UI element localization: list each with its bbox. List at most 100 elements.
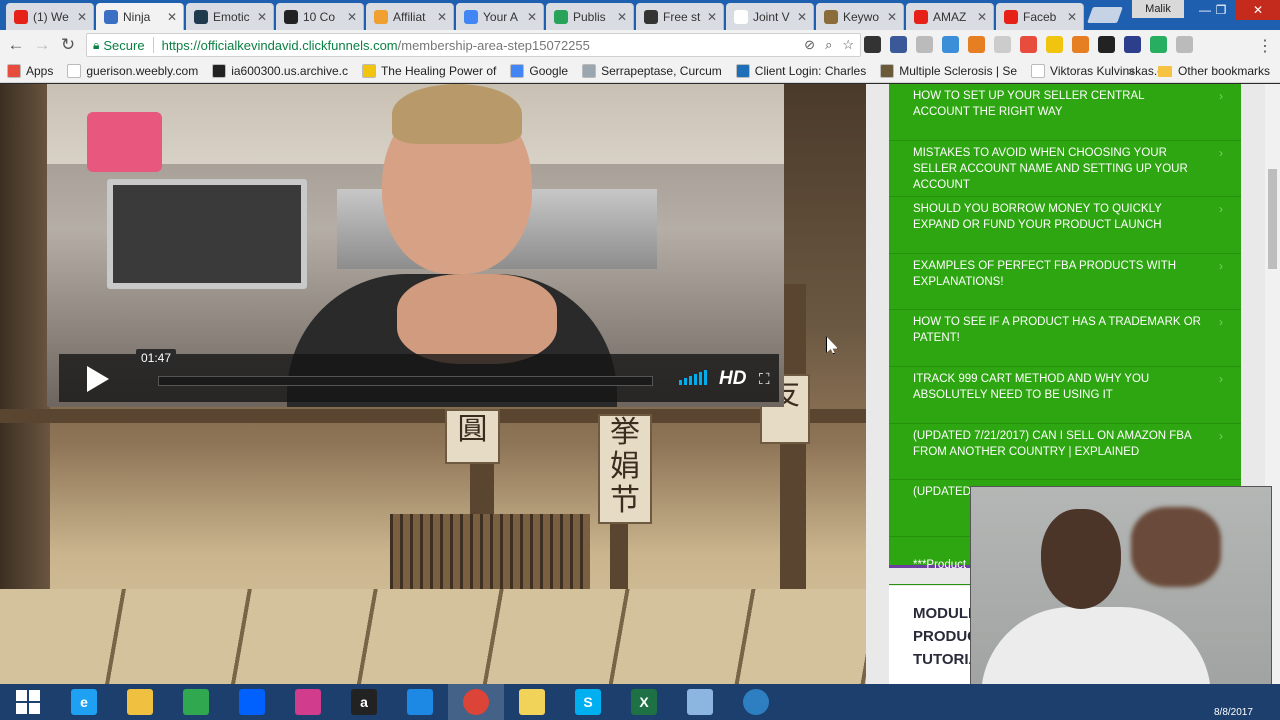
sticky-notes-taskbar-button[interactable]: [504, 684, 560, 720]
document-icon: [734, 9, 748, 24]
paint-taskbar-button[interactable]: [672, 684, 728, 720]
tab-close-icon[interactable]: ✕: [77, 10, 87, 24]
profile-button[interactable]: Malik: [1132, 0, 1184, 18]
bookmark-item[interactable]: ia600300.us.archive.c: [205, 64, 355, 78]
bookmark-item[interactable]: Google: [503, 64, 575, 78]
close-window-button[interactable]: ✕: [1236, 0, 1280, 20]
chrome-taskbar-button[interactable]: [448, 684, 504, 720]
tab-close-icon[interactable]: ✕: [1067, 10, 1077, 24]
tab-close-icon[interactable]: ✕: [437, 10, 447, 24]
tab[interactable]: Ninja ✕: [96, 3, 184, 30]
reload-icon[interactable]: ↻: [58, 35, 78, 55]
tab-close-icon[interactable]: ✕: [347, 10, 357, 24]
extension-icon[interactable]: [890, 36, 907, 53]
tab[interactable]: Free st ✕: [636, 3, 724, 30]
video-player[interactable]: HD ⛶ 01:47: [47, 84, 784, 407]
tab[interactable]: Publis ✕: [546, 3, 634, 30]
lesson-item[interactable]: EXAMPLES OF PERFECT FBA PRODUCTS WITH EX…: [889, 254, 1241, 311]
extension-icon[interactable]: [1046, 36, 1063, 53]
address-bar[interactable]: 🔒︎ Secure https://officialkevindavid.cli…: [86, 33, 861, 57]
extension-icon[interactable]: [1098, 36, 1115, 53]
tab-close-icon[interactable]: ✕: [167, 10, 177, 24]
tab[interactable]: (1) We ✕: [6, 3, 94, 30]
tab[interactable]: Your A ✕: [456, 3, 544, 30]
zoom-icon[interactable]: ⌕: [825, 37, 832, 53]
hd-toggle[interactable]: HD: [719, 368, 746, 390]
tab[interactable]: Affiliat ✕: [366, 3, 454, 30]
store-taskbar-button[interactable]: [168, 684, 224, 720]
lesson-item[interactable]: HOW TO SEE IF A PRODUCT HAS A TRADEMARK …: [889, 310, 1241, 367]
extension-icon[interactable]: [1150, 36, 1167, 53]
bookmark-label: Client Login: Charles: [754, 64, 867, 78]
tab[interactable]: 10 Co ✕: [276, 3, 364, 30]
tab-title: Keywo: [843, 9, 880, 24]
extension-icon[interactable]: [864, 36, 881, 53]
bookmark-item[interactable]: Apps: [0, 64, 60, 78]
excel-taskbar-button[interactable]: X: [616, 684, 672, 720]
onedrive-taskbar-button[interactable]: [392, 684, 448, 720]
blocked-content-icon[interactable]: ⊘: [804, 37, 815, 53]
scrollbar-thumb[interactable]: [1268, 169, 1277, 269]
extension-icon[interactable]: [942, 36, 959, 53]
tab-close-icon[interactable]: ✕: [707, 10, 717, 24]
other-bookmarks[interactable]: Other bookmarks: [1158, 64, 1270, 78]
tab-close-icon[interactable]: ✕: [257, 10, 267, 24]
bookmark-item[interactable]: guerison.weebly.com: [60, 64, 205, 78]
restore-button[interactable]: ❐: [1206, 0, 1236, 20]
tab-close-icon[interactable]: ✕: [887, 10, 897, 24]
tab-title: Joint V: [753, 9, 790, 24]
bookmark-star-icon[interactable]: ☆: [842, 37, 854, 53]
photos-taskbar-button[interactable]: [280, 684, 336, 720]
bookmark-favicon-icon: [7, 64, 21, 78]
fullscreen-icon[interactable]: ⛶: [759, 371, 770, 388]
microwave: [107, 179, 307, 289]
tab[interactable]: Emotic ✕: [186, 3, 274, 30]
tab-close-icon[interactable]: ✕: [977, 10, 987, 24]
bookmark-item[interactable]: The Healing Power of: [355, 64, 503, 78]
file-explorer-taskbar-button[interactable]: [112, 684, 168, 720]
tab[interactable]: Joint V ✕: [726, 3, 814, 30]
lesson-item[interactable]: ITRACK 999 CART METHOD AND WHY YOU ABSOL…: [889, 367, 1241, 424]
extension-icon[interactable]: [1124, 36, 1141, 53]
tab[interactable]: Faceb ✕: [996, 3, 1084, 30]
bookmark-item[interactable]: Viktoras Kulvinskas.c: [1024, 64, 1170, 78]
extension-icons: [864, 36, 1193, 53]
bookmark-item[interactable]: Client Login: Charles: [729, 64, 873, 78]
recorder-taskbar-button[interactable]: [728, 684, 784, 720]
file-explorer-icon: [127, 689, 153, 715]
forward-icon[interactable]: →: [32, 35, 52, 55]
play-icon[interactable]: [87, 366, 109, 392]
lesson-item[interactable]: HOW TO SET UP YOUR SELLER CENTRAL ACCOUN…: [889, 84, 1241, 141]
bookmark-label: ia600300.us.archive.c: [231, 64, 348, 78]
bookmark-item[interactable]: Serrapeptase, Curcum: [575, 64, 729, 78]
bookmark-item[interactable]: Multiple Sclerosis | Se: [873, 64, 1024, 78]
bookmark-favicon-icon: [880, 64, 895, 78]
dropbox-taskbar-button[interactable]: [224, 684, 280, 720]
skype-taskbar-button[interactable]: S: [560, 684, 616, 720]
lesson-item[interactable]: SHOULD YOU BORROW MONEY TO QUICKLY EXPAN…: [889, 197, 1241, 254]
chrome-menu-icon[interactable]: ⋮: [1257, 36, 1273, 56]
extension-icon[interactable]: [1072, 36, 1089, 53]
new-tab-button[interactable]: [1087, 7, 1123, 23]
tab[interactable]: AMAZ ✕: [906, 3, 994, 30]
tab[interactable]: Keywo ✕: [816, 3, 904, 30]
extension-icon[interactable]: [968, 36, 985, 53]
extension-icon[interactable]: [994, 36, 1011, 53]
sticky-notes-icon: [519, 689, 545, 715]
extension-icon[interactable]: [1020, 36, 1037, 53]
progress-bar[interactable]: [158, 376, 653, 386]
back-icon[interactable]: ←: [6, 35, 26, 55]
lesson-item[interactable]: (UPDATED 7/21/2017) CAN I SELL ON AMAZON…: [889, 424, 1241, 481]
tab-close-icon[interactable]: ✕: [617, 10, 627, 24]
amazon-taskbar-button[interactable]: a: [336, 684, 392, 720]
tab-close-icon[interactable]: ✕: [797, 10, 807, 24]
extension-icon[interactable]: [1176, 36, 1193, 53]
bookmarks-overflow-button[interactable]: »: [1128, 64, 1135, 78]
lesson-item[interactable]: MISTAKES TO AVOID WHEN CHOOSING YOUR SEL…: [889, 141, 1241, 198]
volume-icon[interactable]: [679, 370, 707, 385]
tab-close-icon[interactable]: ✕: [527, 10, 537, 24]
youtube-icon: [914, 9, 928, 24]
extension-icon[interactable]: [916, 36, 933, 53]
internet-explorer-taskbar-button[interactable]: e: [56, 684, 112, 720]
windows-start-taskbar-button[interactable]: [0, 684, 56, 720]
